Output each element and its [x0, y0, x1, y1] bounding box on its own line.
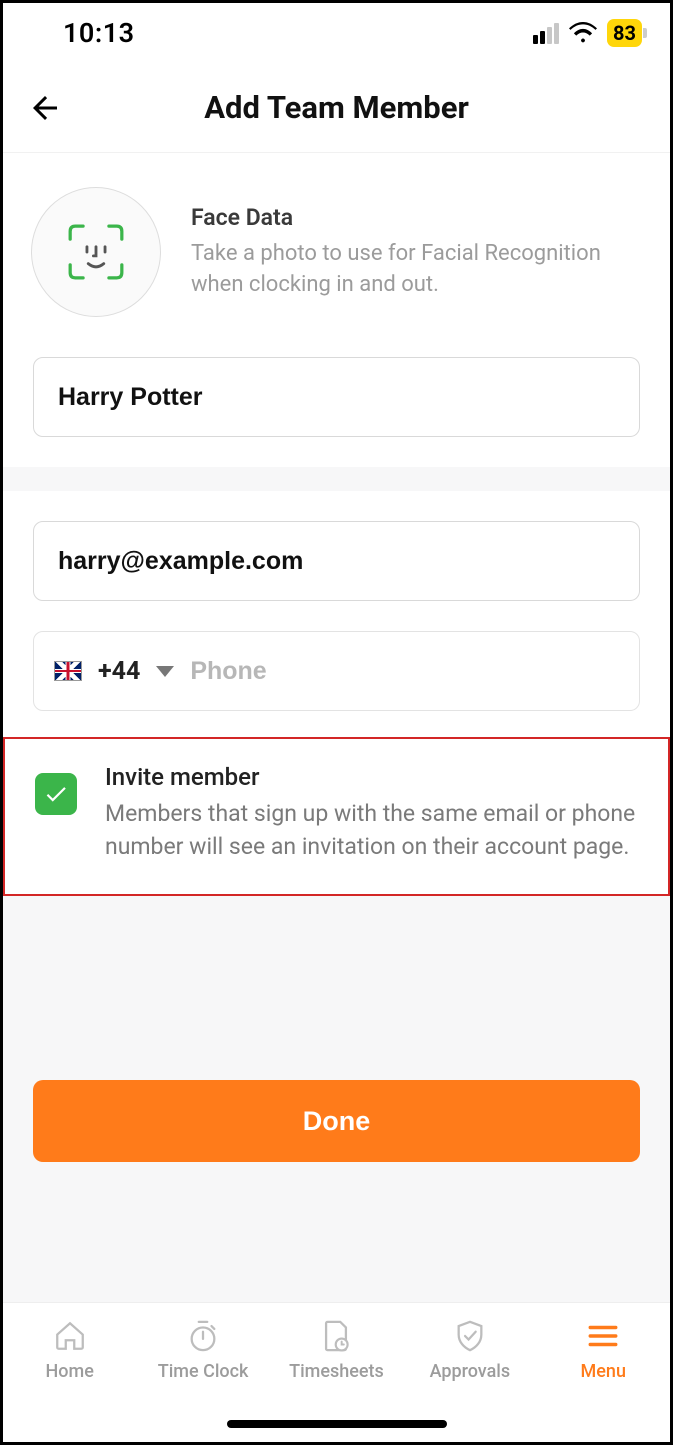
tab-label: Home	[46, 1361, 94, 1382]
status-time: 10:13	[63, 17, 135, 49]
status-icons: 83	[533, 19, 642, 47]
tab-home[interactable]: Home	[3, 1317, 136, 1382]
tab-label: Timesheets	[289, 1361, 384, 1382]
country-code[interactable]: +44	[98, 657, 140, 686]
shield-check-icon	[451, 1317, 489, 1355]
email-field[interactable]	[33, 521, 640, 601]
home-icon	[51, 1317, 89, 1355]
tab-approvals[interactable]: Approvals	[403, 1317, 536, 1382]
phone-input-section: +44	[3, 631, 670, 737]
page-title: Add Team Member	[3, 89, 670, 126]
section-gap	[3, 467, 670, 491]
home-indicator[interactable]	[227, 1420, 447, 1428]
tab-label: Menu	[581, 1361, 626, 1382]
phone-row: +44	[33, 631, 640, 711]
face-scan-icon	[65, 221, 127, 283]
tab-label: Time Clock	[158, 1361, 249, 1382]
done-button-wrap: Done	[3, 1080, 670, 1212]
status-bar: 10:13 83	[3, 3, 670, 63]
face-data-section[interactable]: Face Data Take a photo to use for Facial…	[3, 153, 670, 357]
arrow-left-icon	[27, 90, 63, 126]
cellular-signal-icon	[533, 23, 559, 44]
face-data-desc: Take a photo to use for Facial Recogniti…	[191, 239, 642, 301]
email-input-section	[3, 491, 670, 631]
chevron-down-icon[interactable]	[156, 666, 174, 677]
tab-menu[interactable]: Menu	[537, 1317, 670, 1382]
flex-spacer	[3, 896, 670, 1080]
back-button[interactable]	[27, 90, 63, 126]
bottom-pad	[3, 1212, 670, 1302]
tab-timesheets[interactable]: Timesheets	[270, 1317, 403, 1382]
invite-desc: Members that sign up with the same email…	[105, 797, 638, 864]
menu-icon	[584, 1317, 622, 1355]
done-button[interactable]: Done	[33, 1080, 640, 1162]
content-area: Face Data Take a photo to use for Facial…	[3, 153, 670, 1302]
page-header: Add Team Member	[3, 63, 670, 153]
name-field[interactable]	[33, 357, 640, 437]
check-icon	[43, 781, 69, 807]
phone-field[interactable]	[190, 657, 619, 686]
invite-title: Invite member	[105, 763, 638, 791]
tab-label: Approvals	[430, 1361, 511, 1382]
invite-checkbox[interactable]	[35, 773, 77, 815]
tab-bar: Home Time Clock Timesheets Approvals Men…	[3, 1302, 670, 1442]
name-input-section	[3, 357, 670, 467]
invite-member-section: Invite member Members that sign up with …	[3, 737, 670, 896]
face-data-text: Face Data Take a photo to use for Facial…	[191, 204, 642, 301]
device-frame: 10:13 83 Add Team Member	[0, 0, 673, 1445]
uk-flag-icon[interactable]	[54, 661, 82, 681]
battery-indicator: 83	[607, 19, 642, 47]
tab-time-clock[interactable]: Time Clock	[136, 1317, 269, 1382]
wifi-icon	[569, 22, 597, 44]
stopwatch-icon	[184, 1317, 222, 1355]
invite-text: Invite member Members that sign up with …	[105, 763, 638, 864]
document-clock-icon	[317, 1317, 355, 1355]
face-photo-placeholder[interactable]	[31, 187, 161, 317]
face-data-title: Face Data	[191, 204, 642, 231]
